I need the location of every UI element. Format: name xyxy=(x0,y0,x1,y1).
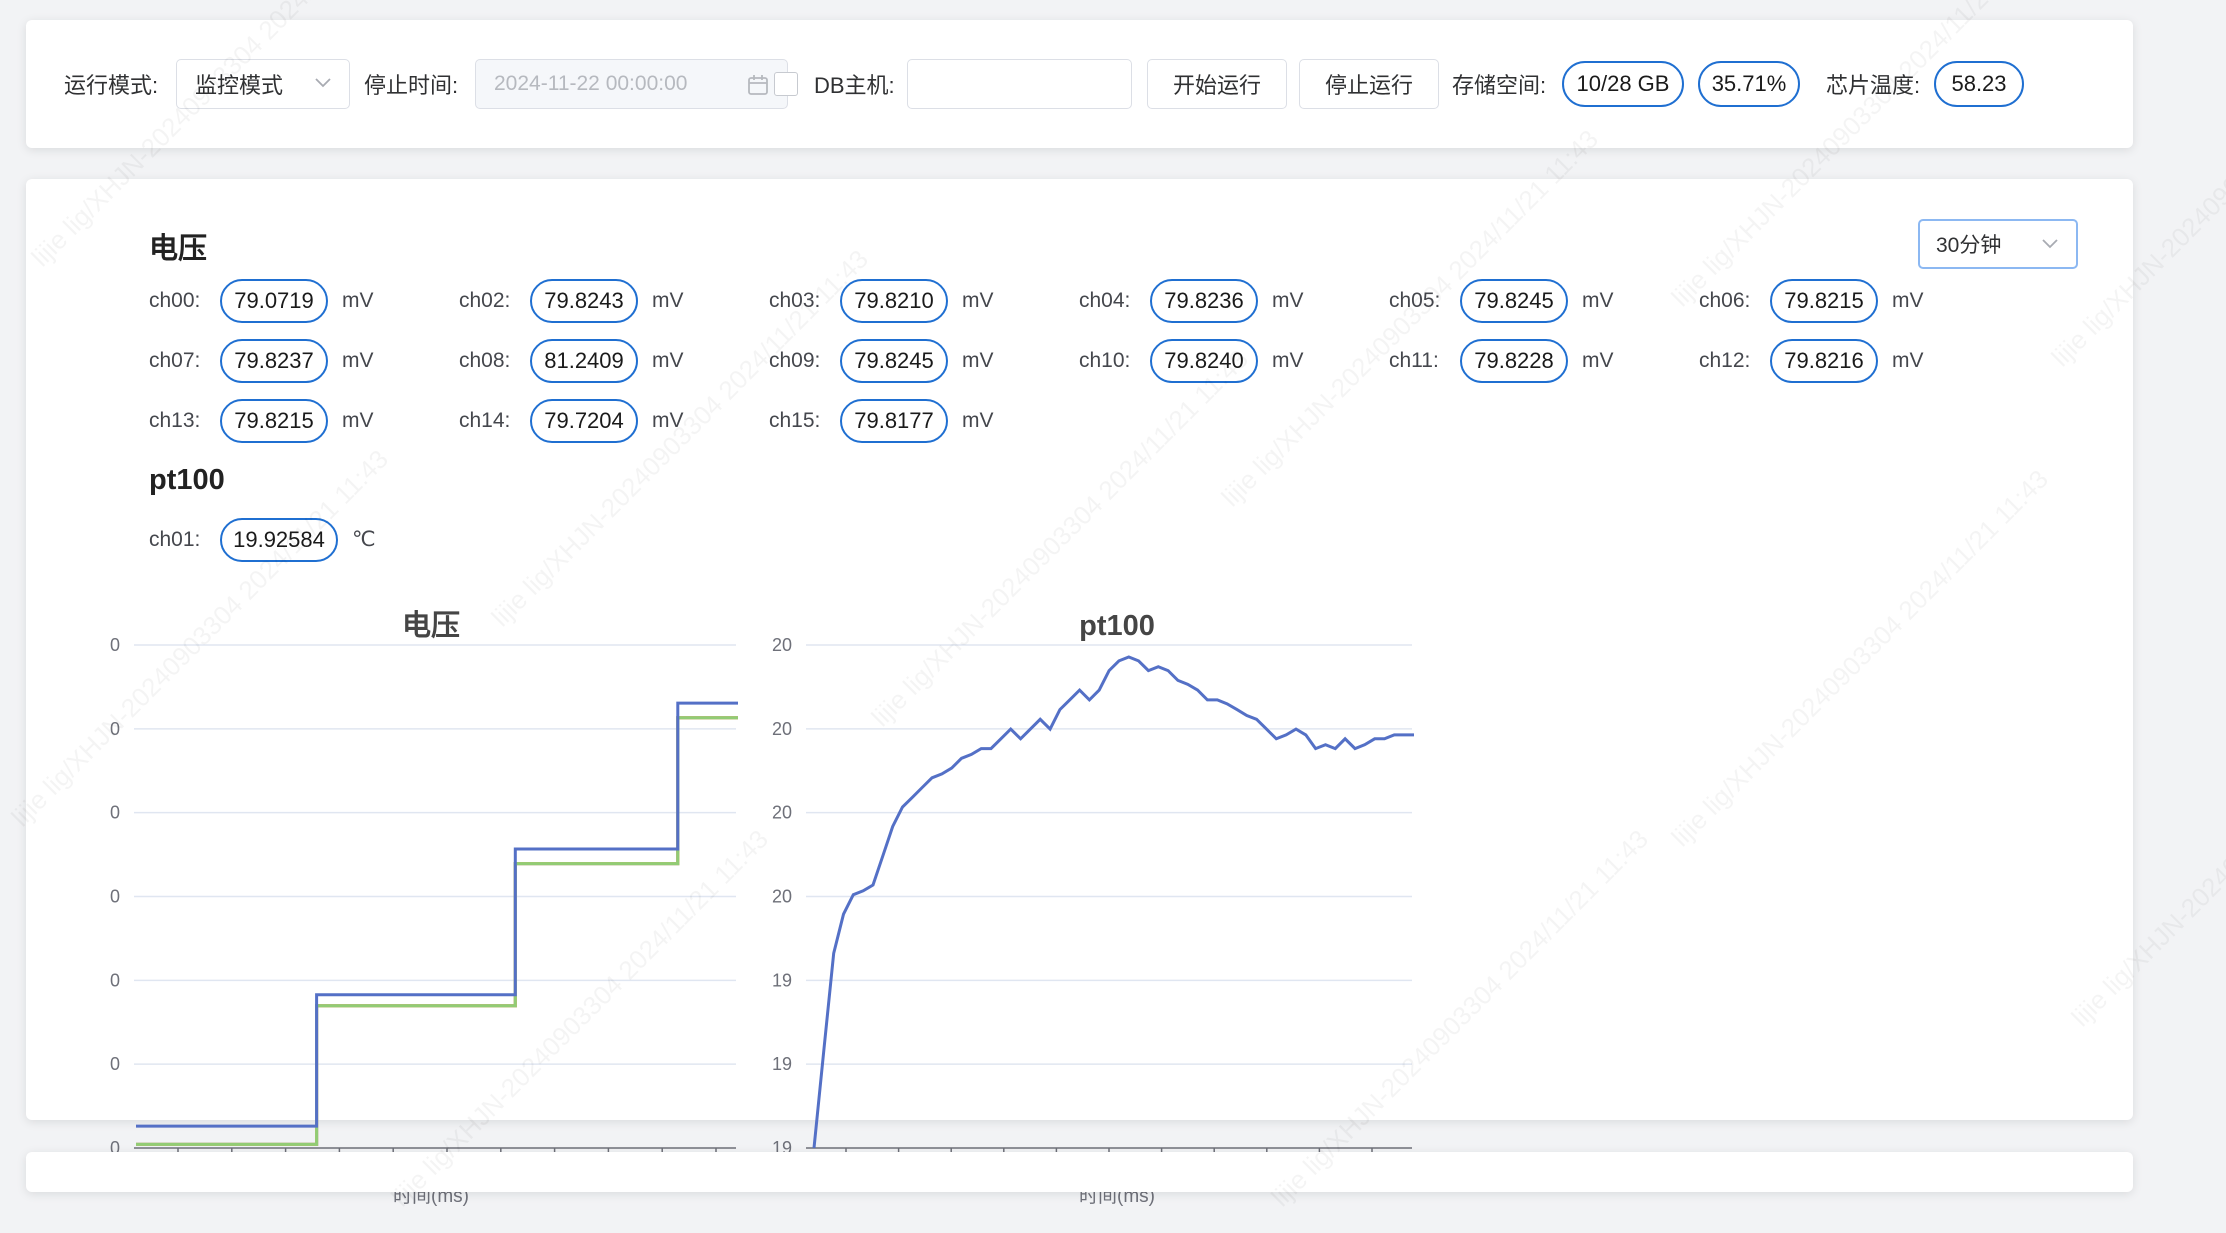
channel-label: ch07: xyxy=(149,349,201,372)
channel-label: ch12: xyxy=(1699,349,1751,372)
y-tick-label: 0 xyxy=(110,803,120,823)
time-range-value: 30分钟 xyxy=(1936,234,2002,257)
db-host-label: DB主机: xyxy=(814,73,895,98)
y-tick-label: 0 xyxy=(110,887,120,907)
mode-label: 运行模式: xyxy=(64,73,159,98)
channel-label: ch05: xyxy=(1389,289,1441,312)
db-host-input[interactable] xyxy=(907,59,1132,109)
storage-label: 存储空间: xyxy=(1452,73,1547,98)
y-tick-label: 0 xyxy=(110,635,120,655)
channel-unit: mV xyxy=(962,409,994,432)
channel-label: ch03: xyxy=(769,289,821,312)
channel-label: ch10: xyxy=(1079,349,1131,372)
mode-select[interactable]: 监控模式 xyxy=(176,59,350,109)
pt100-section-title: pt100 xyxy=(149,464,225,496)
channel-value-badge: 79.8177 xyxy=(840,399,948,443)
channel-value-badge: 79.8243 xyxy=(530,279,638,323)
series-line-ch09 xyxy=(136,716,738,1146)
channel-value-badge: 79.8245 xyxy=(1460,279,1568,323)
channel-label: ch08: xyxy=(459,349,511,372)
bottom-card xyxy=(26,1152,2133,1192)
channel-label: ch09: xyxy=(769,349,821,372)
voltage-chart: 电压000000011:3311:3411:3511:3611:3711:381… xyxy=(110,609,738,1207)
y-tick-label: 0 xyxy=(110,1054,120,1074)
series-line-ch10 xyxy=(136,716,738,1146)
storage-value-badge: 10/28 GB xyxy=(1562,61,1684,107)
channel-unit: mV xyxy=(1582,289,1614,312)
chevron-down-icon xyxy=(315,78,331,88)
channel-unit: mV xyxy=(652,289,684,312)
channel-value-badge: 79.8228 xyxy=(1460,339,1568,383)
y-tick-label: 0 xyxy=(110,970,120,990)
toolbar-card: 运行模式: 监控模式 停止时间: 2024-11-22 00:00:00 DB主… xyxy=(26,20,2133,148)
series-line-ch11 xyxy=(136,716,738,1146)
channel-value-badge: 19.92584 xyxy=(220,518,338,562)
y-tick-label: 19 xyxy=(772,1054,792,1074)
series-line-ch01 xyxy=(812,655,1414,1149)
channel-unit: mV xyxy=(1582,349,1614,372)
channel-label: ch14: xyxy=(459,409,511,432)
channel-label: ch06: xyxy=(1699,289,1751,312)
channel-unit: mV xyxy=(962,349,994,372)
channel-unit: mV xyxy=(1272,349,1304,372)
stop-time-value: 2024-11-22 00:00:00 xyxy=(494,72,688,95)
stop-time-input[interactable]: 2024-11-22 00:00:00 xyxy=(475,59,788,109)
channel-value-badge: 79.8240 xyxy=(1150,339,1258,383)
channel-label: ch13: xyxy=(149,409,201,432)
pt100-chart: pt1001919192020202011:3311:3411:3511:361… xyxy=(772,610,1414,1207)
y-tick-label: 20 xyxy=(772,635,792,655)
channel-unit: mV xyxy=(1892,349,1924,372)
chip-temp-badge: 58.23 xyxy=(1934,61,2024,107)
channel-unit: mV xyxy=(342,349,374,372)
series-line-ch12 xyxy=(136,716,738,1146)
y-tick-label: 20 xyxy=(772,887,792,907)
channel-value-badge: 79.8215 xyxy=(1770,279,1878,323)
calendar-icon xyxy=(748,75,768,95)
channel-value-badge: 79.8215 xyxy=(220,399,328,443)
channel-label: ch11: xyxy=(1389,349,1439,372)
storage-percent-badge: 35.71% xyxy=(1698,61,1800,107)
y-tick-label: 20 xyxy=(772,803,792,823)
channel-unit: mV xyxy=(342,409,374,432)
channel-value-badge: 79.8216 xyxy=(1770,339,1878,383)
time-range-select[interactable]: 30分钟 xyxy=(1918,219,2078,269)
series-line-ch08 xyxy=(136,701,738,1128)
channel-unit: mV xyxy=(1892,289,1924,312)
channel-value-badge: 81.2409 xyxy=(530,339,638,383)
mode-select-value: 监控模式 xyxy=(195,73,284,98)
channel-unit: mV xyxy=(652,349,684,372)
channel-unit: ℃ xyxy=(352,528,376,551)
chip-temp-label: 芯片温度: xyxy=(1826,73,1921,98)
channel-value-badge: 79.8236 xyxy=(1150,279,1258,323)
chevron-down-icon xyxy=(2042,239,2058,249)
db-host-checkbox[interactable] xyxy=(774,72,798,96)
channel-unit: mV xyxy=(342,289,374,312)
channel-value-badge: 79.8237 xyxy=(220,339,328,383)
channel-label: ch04: xyxy=(1079,289,1131,312)
chart-title: 电压 xyxy=(402,609,460,642)
channel-value-badge: 79.7204 xyxy=(530,399,638,443)
stop-time-label: 停止时间: xyxy=(364,73,459,98)
y-tick-label: 19 xyxy=(772,970,792,990)
y-tick-label: 20 xyxy=(772,719,792,739)
start-run-button[interactable]: 开始运行 xyxy=(1147,59,1287,109)
channel-label: ch01: xyxy=(149,528,201,551)
main-card: 电压 30分钟 ch00: 79.0719 mV ch02: 79.8243 mV ch03… xyxy=(26,179,2133,1207)
channel-value-badge: 79.8210 xyxy=(840,279,948,323)
channel-value-badge: 79.0719 xyxy=(220,279,328,323)
chart-title: pt100 xyxy=(1079,610,1155,642)
series-line-unnamed xyxy=(136,716,738,1146)
channel-unit: mV xyxy=(962,289,994,312)
channel-value-badge: 79.8245 xyxy=(840,339,948,383)
stop-run-button[interactable]: 停止运行 xyxy=(1299,59,1439,109)
channel-label: ch15: xyxy=(769,409,821,432)
channel-label: ch00: xyxy=(149,289,201,312)
channel-unit: mV xyxy=(652,409,684,432)
channel-label: ch02: xyxy=(459,289,511,312)
y-tick-label: 0 xyxy=(110,719,120,739)
channel-unit: mV xyxy=(1272,289,1304,312)
voltage-section-title: 电压 xyxy=(149,233,208,265)
